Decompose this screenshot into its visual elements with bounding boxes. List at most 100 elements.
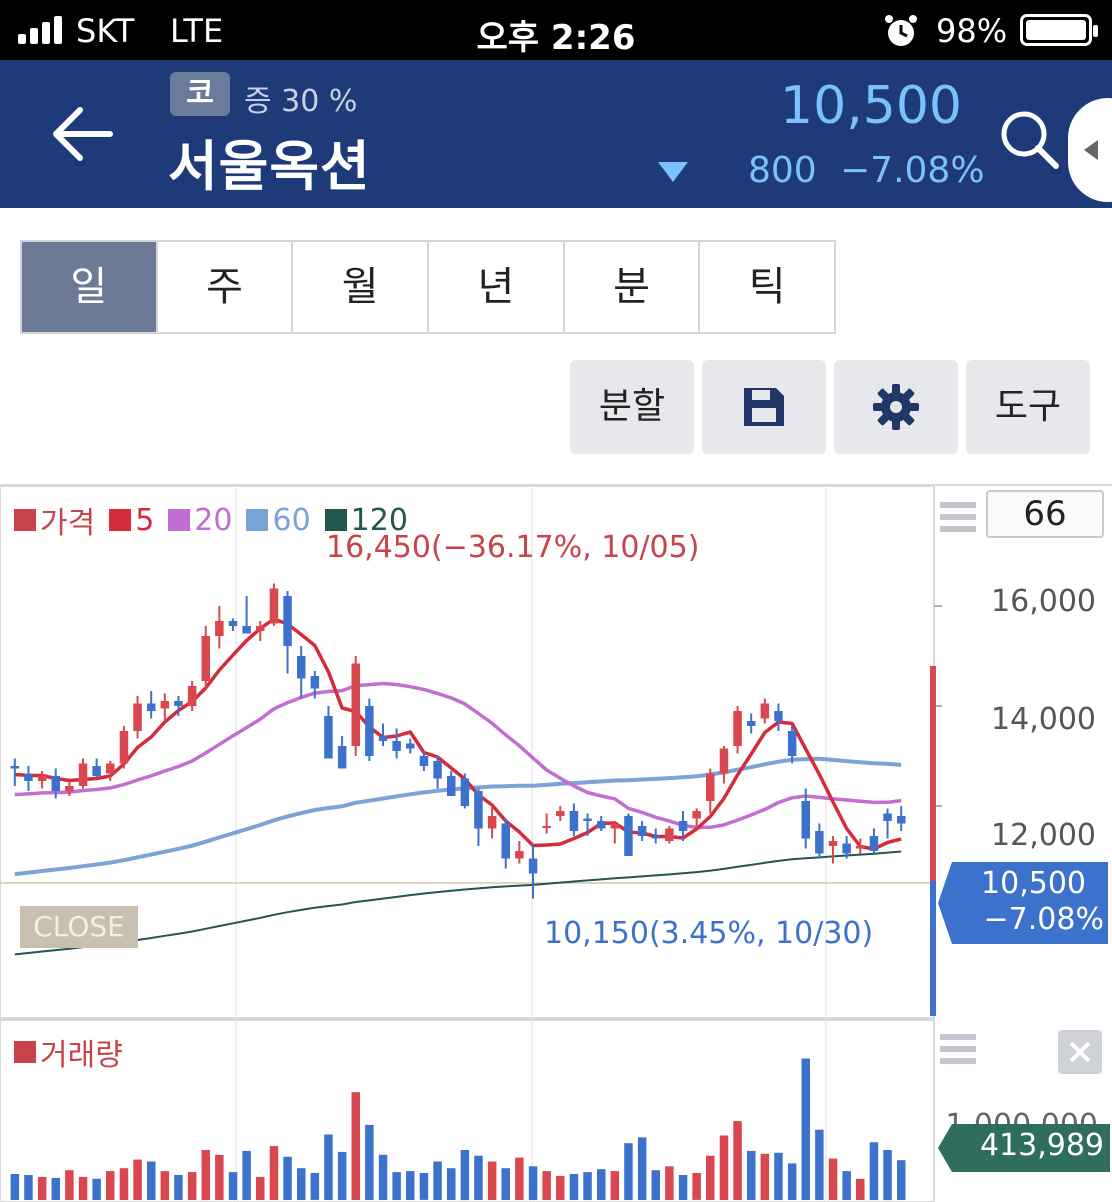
volume-bar xyxy=(10,1174,20,1200)
candle-body xyxy=(433,761,442,779)
candle-body xyxy=(133,703,142,731)
tab-year[interactable]: 년 xyxy=(429,242,565,332)
tab-day[interactable]: 일 xyxy=(22,242,158,332)
close-volume-panel-button[interactable] xyxy=(1058,1030,1102,1074)
candle-body xyxy=(174,701,183,706)
volume-bar xyxy=(419,1173,429,1200)
volume-bar xyxy=(583,1172,592,1200)
settings-button[interactable] xyxy=(834,360,958,454)
volume-bar xyxy=(883,1150,892,1201)
price-chart[interactable] xyxy=(0,486,1112,1202)
volume-bar xyxy=(283,1156,292,1200)
y-tick-12000: 12,000 xyxy=(991,818,1096,853)
alarm-icon xyxy=(885,15,917,46)
tab-month[interactable]: 월 xyxy=(293,242,430,332)
volume-bar xyxy=(215,1154,224,1200)
volume-bar xyxy=(160,1171,170,1200)
candle-body xyxy=(283,596,292,646)
candle-body xyxy=(460,778,470,806)
y-tick-16000: 16,000 xyxy=(991,584,1096,619)
candle-body xyxy=(542,826,551,828)
legend-ma20[interactable]: 20 xyxy=(168,498,232,542)
volume-bar xyxy=(433,1161,442,1200)
volume-bar xyxy=(324,1134,333,1200)
legend-ma60[interactable]: 60 xyxy=(246,498,311,542)
volume-bar xyxy=(787,1163,797,1200)
volume-bar xyxy=(747,1150,756,1200)
candle-body xyxy=(665,828,674,841)
margin-rate: 증 30 % xyxy=(244,84,358,119)
legend-price[interactable]: 가격 xyxy=(14,498,95,542)
volume-bar xyxy=(65,1170,74,1200)
volume-bar xyxy=(474,1155,483,1200)
split-button[interactable]: 분할 xyxy=(570,360,694,454)
tools-button[interactable]: 도구 xyxy=(966,360,1090,454)
chart-panel[interactable]: 가격 5 20 60 120 66 16,450(−36.17%, 10/05)… xyxy=(0,484,1112,1202)
legend-ma60-label: 60 xyxy=(272,502,311,538)
candle-body xyxy=(228,621,238,626)
stock-name[interactable]: 서울옥션 xyxy=(168,122,371,201)
candle-body xyxy=(419,756,429,766)
candle-body xyxy=(883,813,892,821)
candle-body xyxy=(51,776,60,791)
candle-body xyxy=(637,826,647,836)
candle-body xyxy=(365,706,374,756)
candle-body xyxy=(651,836,660,839)
back-arrow-icon[interactable] xyxy=(52,104,116,164)
candle-body xyxy=(378,736,388,741)
volume-bar xyxy=(460,1150,470,1201)
tab-tick[interactable]: 틱 xyxy=(700,242,834,332)
volume-bar xyxy=(774,1152,783,1200)
volume-legend-label: 거래량 xyxy=(40,1038,123,1073)
candle-body xyxy=(801,801,810,839)
price-panel-menu-icon[interactable] xyxy=(940,500,976,534)
current-price-tag-pct: −7.08% xyxy=(983,902,1104,937)
save-button[interactable] xyxy=(702,360,826,454)
volume-bar xyxy=(869,1142,879,1201)
battery-percent: 98% xyxy=(936,12,1008,50)
volume-bar xyxy=(447,1168,456,1200)
volume-bar xyxy=(228,1172,238,1200)
volume-bar xyxy=(78,1176,88,1200)
candle-body xyxy=(269,588,279,624)
chevron-left-icon xyxy=(1084,140,1098,160)
current-volume-tag: 413,989 xyxy=(938,1124,1110,1172)
legend-ma5[interactable]: 5 xyxy=(109,498,154,542)
tab-week[interactable]: 주 xyxy=(158,242,294,332)
tab-minute[interactable]: 분 xyxy=(565,242,701,332)
candle-body xyxy=(747,721,756,726)
candle-body xyxy=(351,663,360,746)
volume-bar xyxy=(378,1154,388,1200)
candle-body xyxy=(678,821,688,831)
candle-body xyxy=(10,766,20,769)
side-panel-toggle[interactable] xyxy=(1068,98,1112,202)
volume-bar xyxy=(651,1170,660,1200)
volume-bar xyxy=(351,1092,360,1200)
gear-icon xyxy=(873,384,919,430)
battery-icon xyxy=(1020,14,1098,46)
candle-body xyxy=(147,703,156,711)
volume-panel-menu-icon[interactable] xyxy=(940,1032,976,1066)
volume-bar xyxy=(147,1161,156,1200)
candle-body xyxy=(474,791,483,829)
candle-body xyxy=(65,786,74,791)
candle-body xyxy=(869,836,879,851)
candle-body xyxy=(515,851,524,859)
volume-bar xyxy=(174,1175,183,1200)
volume-bar xyxy=(406,1171,415,1200)
volume-bar xyxy=(665,1166,674,1200)
legend-price-label: 가격 xyxy=(40,506,96,541)
volume-bar xyxy=(501,1168,510,1200)
volume-bar xyxy=(842,1171,851,1200)
save-icon xyxy=(744,388,784,426)
candle-count-input[interactable]: 66 xyxy=(986,490,1104,538)
candle-body xyxy=(569,811,579,831)
volume-bar xyxy=(719,1135,729,1200)
candle-body xyxy=(856,846,865,849)
candle-body xyxy=(24,773,33,781)
candle-body xyxy=(119,731,129,764)
search-icon[interactable] xyxy=(998,108,1060,170)
market-badge: 코 xyxy=(170,72,230,116)
current-price-tag-value: 10,500 xyxy=(981,866,1086,901)
candle-body xyxy=(828,841,838,846)
